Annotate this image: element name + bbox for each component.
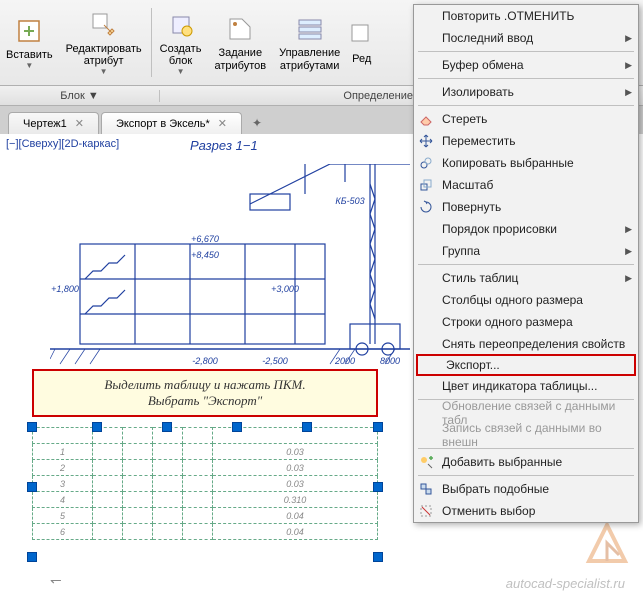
menu-item-28[interactable]: Отменить выбор bbox=[414, 500, 638, 522]
insert-block-icon bbox=[13, 15, 45, 47]
menu-item-25[interactable]: Добавить выбранные bbox=[414, 451, 638, 473]
deselect-icon bbox=[418, 503, 434, 519]
rotate-icon bbox=[418, 199, 434, 215]
grip-handle[interactable] bbox=[302, 422, 312, 432]
svg-text:+1,800: +1,800 bbox=[51, 284, 79, 294]
create-block-icon bbox=[165, 9, 197, 41]
grip-handle[interactable] bbox=[162, 422, 172, 432]
grip-handle[interactable] bbox=[27, 552, 37, 562]
grip-handle[interactable] bbox=[27, 482, 37, 492]
svg-text:-2,500: -2,500 bbox=[262, 356, 288, 366]
menu-item-13[interactable]: Группа▶ bbox=[414, 240, 638, 262]
menu-item-19[interactable]: Экспорт... bbox=[416, 354, 636, 376]
menu-item-12[interactable]: Порядок прорисовки▶ bbox=[414, 218, 638, 240]
section-title: Разрез 1−1 bbox=[190, 138, 258, 153]
menu-item-8[interactable]: Переместить bbox=[414, 130, 638, 152]
tab-export-excel[interactable]: Экспорт в Эксель* ✕ bbox=[101, 112, 242, 134]
grip-handle[interactable] bbox=[373, 422, 383, 432]
section-drawing: КБ-503 +6,670 +8,450 +1,800 +3,000 -2,80… bbox=[50, 164, 410, 364]
scale-icon bbox=[418, 177, 434, 193]
menu-item-1[interactable]: Последний ввод▶ bbox=[414, 27, 638, 49]
erase-icon bbox=[418, 111, 434, 127]
edit-block-icon bbox=[347, 19, 377, 51]
add-sel-icon bbox=[418, 454, 434, 470]
chevron-right-icon: ▶ bbox=[625, 60, 632, 71]
menu-item-18[interactable]: Снять переопределения свойств bbox=[414, 333, 638, 355]
menu-item-16[interactable]: Столбцы одного размера bbox=[414, 289, 638, 311]
tag-icon bbox=[224, 13, 256, 45]
menu-item-7[interactable]: Стереть bbox=[414, 108, 638, 130]
close-icon[interactable]: ✕ bbox=[75, 117, 84, 130]
context-menu: Повторить .ОТМЕНИТЬПоследний ввод▶ Буфер … bbox=[413, 4, 639, 523]
edit-attribute-button[interactable]: Редактировать атрибут ▼ bbox=[60, 0, 149, 85]
cad-table[interactable]: 10.03 20.03 30.03 40.310 50.04 60.04 bbox=[32, 427, 378, 540]
chevron-right-icon: ▶ bbox=[625, 246, 632, 257]
chevron-right-icon: ▶ bbox=[625, 87, 632, 98]
manage-attributes-button[interactable]: Управление атрибутами bbox=[273, 0, 347, 85]
panel-block[interactable]: Блок ▼ bbox=[0, 90, 160, 102]
chevron-right-icon: ▶ bbox=[625, 224, 632, 235]
watermark-logo-icon bbox=[583, 519, 631, 567]
manage-attributes-icon bbox=[294, 13, 326, 45]
svg-text:2000: 2000 bbox=[334, 356, 355, 366]
move-icon bbox=[418, 133, 434, 149]
grip-handle[interactable] bbox=[373, 482, 383, 492]
menu-item-3[interactable]: Буфер обмена▶ bbox=[414, 54, 638, 76]
close-icon[interactable]: ✕ bbox=[218, 117, 227, 130]
svg-text:8000: 8000 bbox=[380, 356, 400, 366]
chevron-right-icon: ▶ bbox=[625, 33, 632, 44]
similar-icon bbox=[418, 481, 434, 497]
create-block-button[interactable]: Создать блок ▼ bbox=[154, 0, 209, 85]
svg-text:-2,800: -2,800 bbox=[192, 356, 218, 366]
instruction-callout: Выделить таблицу и нажать ПКМ. Выбрать "… bbox=[32, 369, 378, 417]
chevron-right-icon: ▶ bbox=[625, 273, 632, 284]
watermark-text: autocad-specialist.ru bbox=[506, 576, 625, 591]
menu-item-5[interactable]: Изолировать▶ bbox=[414, 81, 638, 103]
grip-handle[interactable] bbox=[232, 422, 242, 432]
grip-handle[interactable] bbox=[92, 422, 102, 432]
menu-item-10[interactable]: Масштаб bbox=[414, 174, 638, 196]
svg-text:+8,450: +8,450 bbox=[191, 250, 219, 260]
grip-handle[interactable] bbox=[27, 422, 37, 432]
menu-item-23: Запись связей с данными во внешн bbox=[414, 424, 638, 446]
define-attributes-button[interactable]: Задание атрибутов bbox=[208, 0, 273, 85]
menu-item-15[interactable]: Стиль таблиц▶ bbox=[414, 267, 638, 289]
svg-text:КБ-503: КБ-503 bbox=[335, 196, 364, 206]
grip-handle[interactable] bbox=[373, 552, 383, 562]
menu-item-20[interactable]: Цвет индикатора таблицы... bbox=[414, 375, 638, 397]
menu-item-0[interactable]: Повторить .ОТМЕНИТЬ bbox=[414, 5, 638, 27]
edit-attribute-icon bbox=[88, 9, 120, 41]
selected-table[interactable]: 10.03 20.03 30.03 40.310 50.04 60.04 bbox=[32, 427, 378, 557]
scroll-left-icon[interactable]: ↽ bbox=[50, 572, 62, 589]
menu-item-17[interactable]: Строки одного размера bbox=[414, 311, 638, 333]
svg-text:+6,670: +6,670 bbox=[191, 234, 219, 244]
ribbon-more-button[interactable]: Ред bbox=[347, 0, 377, 85]
insert-button[interactable]: Вставить ▼ bbox=[0, 0, 60, 85]
new-tab-button[interactable]: ✦ bbox=[244, 112, 270, 134]
viewport-controls[interactable]: [−][Сверху][2D-каркас] bbox=[6, 138, 119, 150]
menu-item-9[interactable]: Копировать выбранные bbox=[414, 152, 638, 174]
tab-drawing1[interactable]: Чертеж1 ✕ bbox=[8, 112, 99, 134]
svg-text:+3,000: +3,000 bbox=[271, 284, 299, 294]
copy-icon bbox=[418, 155, 434, 171]
menu-item-11[interactable]: Повернуть bbox=[414, 196, 638, 218]
menu-item-27[interactable]: Выбрать подобные bbox=[414, 478, 638, 500]
